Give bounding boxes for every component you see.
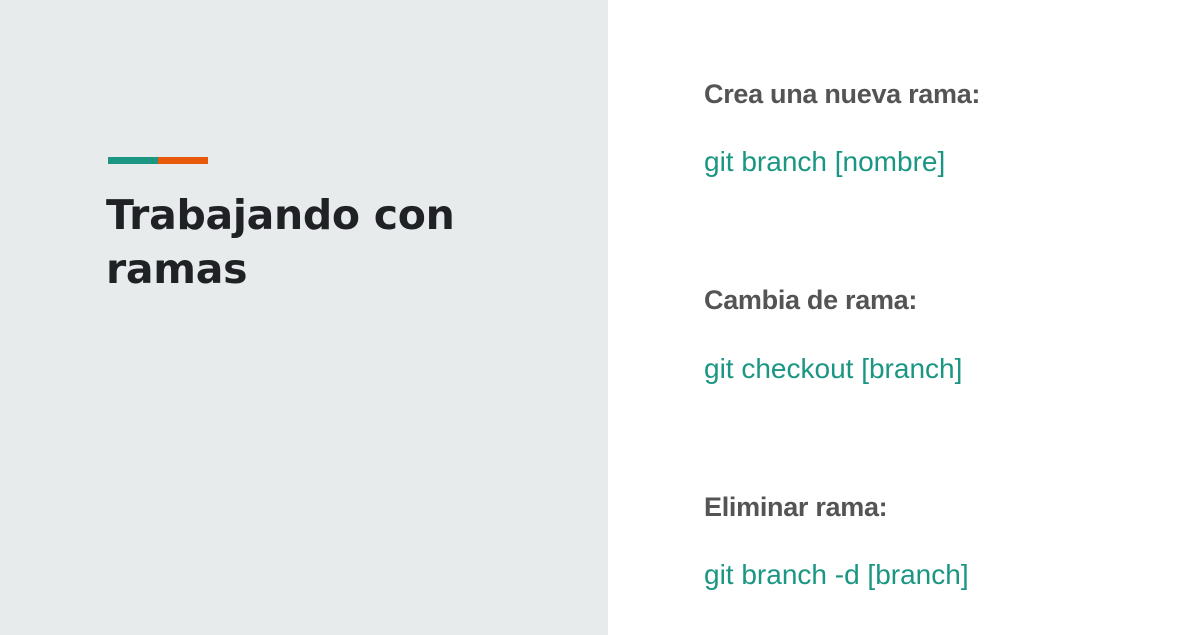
accent-bar [108,157,208,164]
command-code-create: git branch [nombre] [704,146,946,177]
accent-bar-orange [158,157,208,164]
command-heading-create: Crea una nueva rama: [704,79,981,109]
accent-bar-teal [108,157,158,164]
command-heading-switch: Cambia de rama: [704,285,918,315]
command-heading-delete: Eliminar rama: [704,492,888,522]
command-code-delete: git branch -d [branch] [704,559,969,590]
content-panel: Crea una nueva rama: git branch [nombre]… [608,0,1179,635]
slide-title: Trabajando con ramas [106,191,455,293]
command-code-switch: git checkout [branch] [704,353,963,384]
title-panel: Trabajando con ramas [0,0,608,635]
